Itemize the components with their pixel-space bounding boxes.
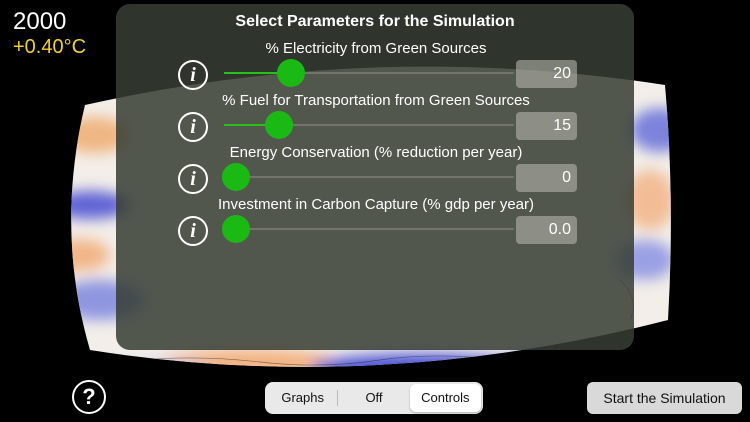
segment-controls[interactable]: Controls [409,384,481,412]
slider-thumb[interactable] [276,59,305,87]
panel-title: Select Parameters for the Simulation [235,13,515,30]
slider-thumb[interactable] [221,163,250,191]
parameter-row-transport-fuel: % Fuel for Transportation from Green Sou… [116,92,634,144]
parameter-label: % Fuel for Transportation from Green Sou… [222,92,530,109]
simulation-year: 2000 [13,8,67,35]
parameter-value-field[interactable]: 0.0 [516,216,577,244]
segment-graphs[interactable]: Graphs [267,384,339,412]
start-simulation-button[interactable]: Start the Simulation [587,382,742,414]
parameter-row-carbon-capture: Investment in Carbon Capture (% gdp per … [116,196,634,248]
parameter-value-field[interactable]: 15 [516,112,577,140]
parameter-value-field[interactable]: 20 [516,60,577,88]
segment-off[interactable]: Off [338,384,409,412]
question-icon[interactable]: ? [72,380,106,414]
info-icon[interactable]: i [178,60,208,90]
slider-thumb[interactable] [265,111,294,139]
electricity-slider[interactable] [224,59,514,87]
parameter-value-field[interactable]: 0 [516,164,577,192]
parameter-row-energy-conservation: Energy Conservation (% reduction per yea… [116,144,634,196]
info-icon[interactable]: i [178,112,208,142]
temperature-anomaly: +0.40°C [13,36,87,58]
info-icon[interactable]: i [178,164,208,194]
transport-fuel-slider[interactable] [224,111,514,139]
energy-conservation-slider[interactable] [221,163,514,191]
info-icon[interactable]: i [178,216,208,246]
carbon-capture-slider[interactable] [221,215,514,243]
parameter-label: Investment in Carbon Capture (% gdp per … [218,196,534,213]
parameter-row-electricity: % Electricity from Green Sources i 20 [116,40,634,92]
slider-thumb[interactable] [221,215,250,243]
parameters-panel: Select Parameters for the Simulation % E… [116,4,634,350]
parameter-label: Energy Conservation (% reduction per yea… [229,144,523,161]
parameter-label: % Electricity from Green Sources [265,40,487,57]
view-mode-segmented-control: Graphs Off Controls [265,382,483,414]
